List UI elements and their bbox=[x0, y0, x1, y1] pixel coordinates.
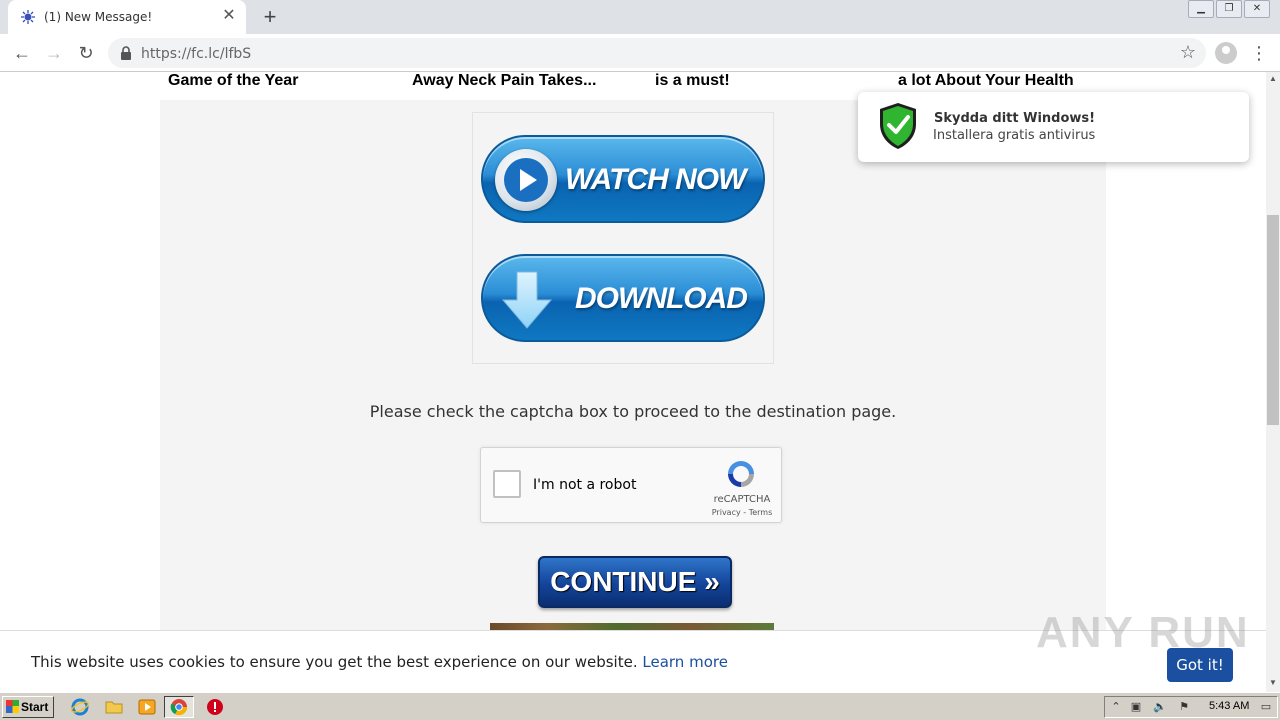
action-center-flag-icon[interactable]: ⚑ bbox=[1177, 700, 1191, 714]
windows-flag-icon bbox=[6, 700, 19, 713]
minimize-button[interactable]: ▁ bbox=[1188, 0, 1214, 18]
media-player-icon[interactable] bbox=[138, 698, 156, 716]
scroll-down-icon[interactable]: ▼ bbox=[1266, 676, 1280, 690]
headline-link[interactable]: Game of the Year bbox=[168, 72, 298, 90]
cookie-message: This website uses cookies to ensure you … bbox=[31, 653, 728, 671]
profile-avatar-icon[interactable] bbox=[1215, 42, 1237, 64]
scrollbar-thumb[interactable] bbox=[1267, 215, 1279, 425]
recaptcha-widget: I'm not a robot reCAPTCHA Privacy - Term… bbox=[480, 447, 782, 523]
headline-link[interactable]: Away Neck Pain Takes... bbox=[412, 72, 596, 90]
watch-now-button[interactable]: WATCH NOW bbox=[481, 135, 765, 223]
download-arrow-icon bbox=[501, 271, 553, 329]
new-tab-icon[interactable]: + bbox=[258, 5, 282, 29]
tab-strip: (1) New Message! ✕ + ▁ ❐ ✕ bbox=[0, 0, 1280, 34]
headline-link[interactable]: is a must! bbox=[655, 72, 730, 90]
continue-button[interactable]: CONTINUE » bbox=[538, 556, 732, 608]
folder-icon[interactable] bbox=[105, 698, 123, 716]
lock-icon bbox=[121, 46, 131, 60]
bookmark-star-icon[interactable]: ☆ bbox=[1180, 42, 1196, 63]
tab-close-icon[interactable]: ✕ bbox=[220, 7, 238, 25]
page-viewport: Game of the Year Away Neck Pain Takes...… bbox=[0, 72, 1266, 692]
recaptcha-logo-icon bbox=[728, 461, 754, 487]
scroll-up-icon[interactable]: ▲ bbox=[1266, 72, 1280, 86]
forward-arrow-icon[interactable]: → bbox=[42, 41, 66, 65]
tab-title: (1) New Message! bbox=[44, 10, 153, 24]
close-window-button[interactable]: ✕ bbox=[1244, 0, 1270, 18]
show-hidden-icons-icon[interactable]: ⌃ bbox=[1109, 700, 1123, 714]
address-bar[interactable]: https://fc.lc/lfbS ☆ bbox=[108, 38, 1206, 68]
show-desktop-icon[interactable]: ▭ bbox=[1259, 700, 1273, 714]
stop-icon[interactable] bbox=[206, 698, 224, 716]
recaptcha-checkbox[interactable] bbox=[493, 470, 521, 498]
restore-button[interactable]: ❐ bbox=[1216, 0, 1242, 18]
continue-label: CONTINUE » bbox=[550, 566, 720, 597]
internet-explorer-icon[interactable] bbox=[71, 698, 89, 716]
back-arrow-icon[interactable]: ← bbox=[10, 41, 34, 65]
browser-menu-icon[interactable]: ⋮ bbox=[1250, 41, 1268, 65]
system-tray: ⌃ ▣ 🔈 ⚑ 5:43 AM ▭ bbox=[1104, 696, 1278, 718]
windows-taskbar: Start ⌃ ▣ 🔈 ⚑ 5:43 AM ▭ bbox=[0, 692, 1280, 720]
ad-button-panel: WATCH NOW DOWNLOAD bbox=[472, 112, 774, 364]
headline-link[interactable]: a lot About Your Health bbox=[898, 72, 1074, 90]
recaptcha-brand: reCAPTCHA bbox=[713, 494, 771, 505]
shield-check-icon bbox=[880, 103, 916, 149]
start-button[interactable]: Start bbox=[2, 696, 54, 718]
antivirus-notification[interactable]: Skydda ditt Windows! Installera gratis a… bbox=[858, 92, 1249, 162]
page-content: Game of the Year Away Neck Pain Takes...… bbox=[160, 72, 1106, 692]
network-icon[interactable]: ▣ bbox=[1129, 700, 1143, 714]
window-controls: ▁ ❐ ✕ bbox=[1188, 0, 1270, 18]
download-button[interactable]: DOWNLOAD bbox=[481, 254, 765, 342]
play-icon bbox=[495, 149, 557, 211]
url-text: https://fc.lc/lfbS bbox=[141, 46, 252, 62]
bug-favicon-icon bbox=[21, 10, 35, 24]
browser-tab[interactable]: (1) New Message! ✕ bbox=[8, 0, 246, 34]
chrome-icon bbox=[170, 699, 188, 716]
download-label: DOWNLOAD bbox=[575, 282, 748, 315]
taskbar-clock[interactable]: 5:43 AM bbox=[1209, 700, 1249, 712]
start-label: Start bbox=[21, 700, 49, 714]
browser-toolbar: ← → ↻ https://fc.lc/lfbS ☆ ⋮ bbox=[0, 34, 1280, 72]
watch-now-label: WATCH NOW bbox=[565, 163, 746, 196]
volume-icon[interactable]: 🔈 bbox=[1153, 700, 1167, 714]
anyrun-watermark: ANY RUN bbox=[1036, 608, 1250, 657]
notification-title: Skydda ditt Windows! bbox=[934, 111, 1096, 126]
notification-subtitle: Installera gratis antivirus bbox=[933, 128, 1096, 143]
reload-icon[interactable]: ↻ bbox=[74, 41, 98, 65]
cookie-text: This website uses cookies to ensure you … bbox=[31, 653, 638, 671]
recaptcha-privacy-terms[interactable]: Privacy - Terms bbox=[709, 508, 775, 517]
recaptcha-label: I'm not a robot bbox=[533, 477, 637, 493]
chrome-taskbar-button[interactable] bbox=[164, 696, 194, 718]
learn-more-link[interactable]: Learn more bbox=[642, 653, 728, 671]
captcha-instruction: Please check the captcha box to proceed … bbox=[369, 402, 897, 421]
